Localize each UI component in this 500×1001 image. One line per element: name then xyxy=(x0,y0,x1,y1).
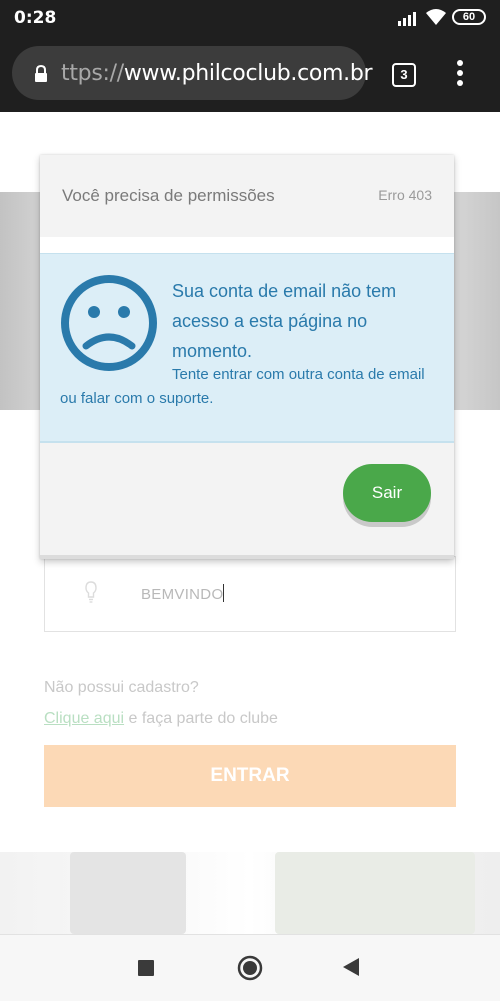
dialog-divider xyxy=(40,237,454,253)
url-host: www.philcoclub.com.br xyxy=(123,61,373,86)
permission-dialog: Você precisa de permissões Erro 403 Sua … xyxy=(40,155,454,559)
status-time: 0:28 xyxy=(14,8,57,28)
lock-icon xyxy=(35,65,47,82)
status-bar: 0:28 60 xyxy=(0,0,500,36)
address-bar[interactable]: ttps://www.philcoclub.com.br xyxy=(12,46,373,100)
products-strip xyxy=(0,852,500,934)
dialog-header: Você precisa de permissões Erro 403 xyxy=(40,155,454,238)
no-account-text: Não possui cadastro? xyxy=(44,679,199,696)
dialog-message: Sua conta de email não tem acesso a esta… xyxy=(40,253,454,443)
tabs-icon[interactable]: 3 xyxy=(392,63,416,87)
sad-face-icon xyxy=(61,275,157,371)
url-text[interactable]: ttps://www.philcoclub.com.br xyxy=(61,61,373,86)
text-caret xyxy=(223,584,225,602)
nav-back-icon[interactable] xyxy=(342,957,360,977)
dialog-footer: Sair xyxy=(40,443,454,559)
nav-recents-icon[interactable] xyxy=(138,960,154,976)
username-field[interactable]: BEMVINDO xyxy=(44,556,456,632)
enter-button[interactable]: ENTRAR xyxy=(44,745,456,807)
nav-bar xyxy=(0,934,500,1001)
message-main: Sua conta de email não tem acesso a esta… xyxy=(172,281,397,361)
more-menu-icon[interactable] xyxy=(452,60,468,90)
signal-icon xyxy=(398,12,416,26)
message-sub: Tente entrar com outra conta de email ou… xyxy=(60,366,425,407)
product-image xyxy=(275,852,475,934)
bulb-icon xyxy=(85,581,97,603)
dialog-title: Você precisa de permissões xyxy=(62,186,275,205)
url-scheme: ttps:// xyxy=(61,61,124,86)
signup-line: Clique aqui e faça parte do clube xyxy=(44,710,278,728)
wifi-icon xyxy=(426,9,446,25)
battery-icon: 60 xyxy=(452,9,486,25)
browser-toolbar: ttps://www.philcoclub.com.br 3 xyxy=(0,36,500,112)
exit-button[interactable]: Sair xyxy=(343,464,431,522)
signup-suffix: e faça parte do clube xyxy=(124,710,278,727)
nav-home-icon[interactable] xyxy=(237,955,263,981)
username-value: BEMVINDO xyxy=(141,584,225,603)
error-code: Erro 403 xyxy=(378,187,432,203)
product-image xyxy=(70,852,186,934)
signup-link[interactable]: Clique aqui xyxy=(44,710,124,727)
